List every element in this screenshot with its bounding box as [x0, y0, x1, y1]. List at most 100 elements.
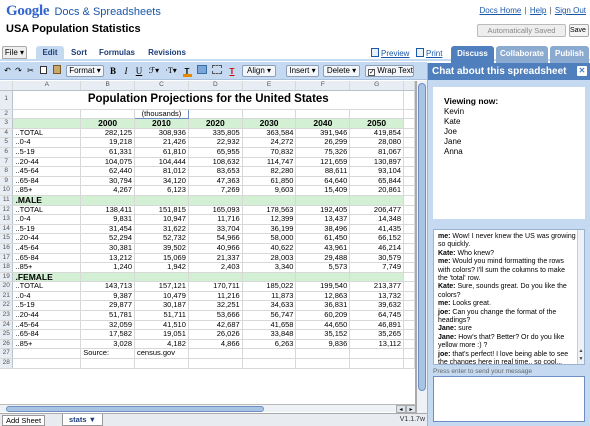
cell[interactable] — [80, 195, 135, 206]
row-label-cell[interactable]: ..45-64 — [12, 166, 82, 177]
value-cell[interactable]: 93,104 — [349, 166, 405, 177]
value-cell[interactable]: 4,182 — [134, 339, 189, 350]
row-label-cell[interactable]: ..65-84 — [12, 176, 82, 187]
cell[interactable] — [403, 272, 415, 283]
section-label-cell[interactable]: .FEMALE — [12, 272, 82, 283]
row-header[interactable]: 11 — [0, 195, 14, 206]
scroll-down-icon[interactable]: ▼ — [578, 356, 584, 362]
source-label-cell[interactable]: Source: — [80, 348, 135, 360]
row-header[interactable]: 21 — [0, 291, 14, 302]
value-cell[interactable]: 165,093 — [188, 205, 243, 216]
value-cell[interactable]: 44,650 — [295, 320, 351, 331]
select-all-corner[interactable] — [0, 81, 14, 91]
cell[interactable] — [80, 109, 135, 120]
value-cell[interactable]: 53,666 — [188, 310, 243, 321]
tab-collaborate[interactable]: Collaborate — [496, 46, 548, 63]
row-header[interactable]: 19 — [0, 272, 14, 283]
row-header[interactable]: 1 — [0, 90, 14, 110]
row-label-cell[interactable]: ..45-64 — [12, 320, 82, 331]
value-cell[interactable]: 185,022 — [242, 281, 297, 292]
value-cell[interactable]: 75,326 — [295, 147, 351, 158]
cell[interactable] — [403, 147, 415, 158]
row-header[interactable]: 4 — [0, 128, 14, 139]
value-cell[interactable]: 11,873 — [242, 291, 297, 302]
docs-home-link[interactable]: Docs Home — [480, 6, 522, 15]
row-label-cell[interactable]: ..85+ — [12, 339, 82, 350]
value-cell[interactable]: 22,932 — [188, 137, 243, 148]
value-cell[interactable]: 47,363 — [188, 176, 243, 187]
value-cell[interactable]: 65,844 — [349, 176, 405, 187]
column-header[interactable]: B — [80, 81, 135, 91]
row-label-cell[interactable]: ..TOTAL — [12, 281, 82, 292]
cell[interactable] — [403, 195, 415, 206]
value-cell[interactable]: 104,075 — [80, 157, 135, 168]
wrap-text-toggle[interactable]: ✓ Wrap Text — [365, 65, 414, 77]
row-label-cell[interactable]: ..TOTAL — [12, 128, 82, 139]
column-header[interactable]: C — [134, 81, 189, 91]
row-label-cell[interactable]: ..85+ — [12, 185, 82, 196]
clear-format-icon[interactable]: T — [226, 65, 238, 77]
cell[interactable] — [134, 272, 189, 283]
value-cell[interactable]: 9,603 — [242, 185, 297, 196]
value-cell[interactable]: 108,632 — [188, 157, 243, 168]
redo-icon[interactable]: ↷ — [14, 65, 23, 77]
value-cell[interactable]: 19,218 — [80, 137, 135, 148]
tab-publish[interactable]: Publish — [550, 46, 589, 63]
row-label-cell[interactable]: ..0-4 — [12, 291, 82, 302]
value-cell[interactable]: 70,832 — [242, 147, 297, 158]
section-label-cell[interactable]: .MALE — [12, 195, 82, 206]
row-header[interactable]: 6 — [0, 147, 14, 158]
row-header[interactable]: 28 — [0, 358, 14, 369]
preview-link[interactable]: Preview — [371, 48, 409, 60]
value-cell[interactable]: 43,961 — [295, 243, 351, 254]
year-header-cell[interactable]: 2010 — [134, 118, 189, 129]
value-cell[interactable]: 54,966 — [188, 233, 243, 244]
cell[interactable] — [403, 176, 415, 187]
value-cell[interactable]: 35,265 — [349, 329, 405, 340]
cell[interactable] — [12, 109, 82, 120]
value-cell[interactable]: 64,745 — [349, 310, 405, 321]
value-cell[interactable]: 81,067 — [349, 147, 405, 158]
row-header[interactable]: 22 — [0, 300, 14, 312]
value-cell[interactable]: 65,955 — [188, 147, 243, 158]
value-cell[interactable]: 4,866 — [188, 339, 243, 350]
value-cell[interactable]: 29,877 — [80, 300, 135, 312]
value-cell[interactable]: 40,966 — [188, 243, 243, 254]
row-label-cell[interactable]: ..5-19 — [12, 300, 82, 312]
cell[interactable] — [403, 310, 415, 321]
cell[interactable] — [403, 358, 415, 369]
google-docs-logo[interactable]: Google Docs & Spreadsheets — [6, 3, 161, 19]
value-cell[interactable]: 7,749 — [349, 262, 405, 273]
column-header[interactable]: G — [349, 81, 405, 91]
spreadsheet-grid[interactable]: A B C D E F G 1 Population Projections for the U… — [0, 81, 416, 414]
row-header[interactable]: 9 — [0, 176, 14, 187]
value-cell[interactable]: 5,573 — [295, 262, 351, 273]
format-dropdown[interactable]: Format ▾ — [66, 65, 104, 77]
row-label-cell[interactable]: ..65-84 — [12, 253, 82, 264]
cell[interactable] — [242, 109, 297, 120]
value-cell[interactable]: 3,340 — [242, 262, 297, 273]
cell[interactable] — [134, 195, 189, 206]
value-cell[interactable]: 15,069 — [134, 253, 189, 264]
cell[interactable] — [403, 137, 415, 148]
value-cell[interactable]: 1,942 — [134, 262, 189, 273]
value-cell[interactable]: 391,946 — [295, 128, 351, 139]
value-cell[interactable]: 29,488 — [295, 253, 351, 264]
value-cell[interactable]: 58,000 — [242, 233, 297, 244]
value-cell[interactable]: 3,028 — [80, 339, 135, 350]
value-cell[interactable]: 282,125 — [80, 128, 135, 139]
cell[interactable] — [295, 358, 351, 369]
value-cell[interactable]: 36,831 — [295, 300, 351, 312]
value-cell[interactable]: 33,848 — [242, 329, 297, 340]
cell[interactable] — [403, 348, 415, 360]
value-cell[interactable]: 41,510 — [134, 320, 189, 331]
underline-button[interactable]: U — [134, 65, 144, 77]
value-cell[interactable]: 206,477 — [349, 205, 405, 216]
value-cell[interactable]: 9,836 — [295, 339, 351, 350]
value-cell[interactable]: 56,747 — [242, 310, 297, 321]
value-cell[interactable]: 199,540 — [295, 281, 351, 292]
year-header-cell[interactable]: 2030 — [242, 118, 297, 129]
value-cell[interactable]: 10,947 — [134, 214, 189, 225]
value-cell[interactable]: 13,732 — [349, 291, 405, 302]
paste-icon[interactable] — [51, 65, 63, 77]
